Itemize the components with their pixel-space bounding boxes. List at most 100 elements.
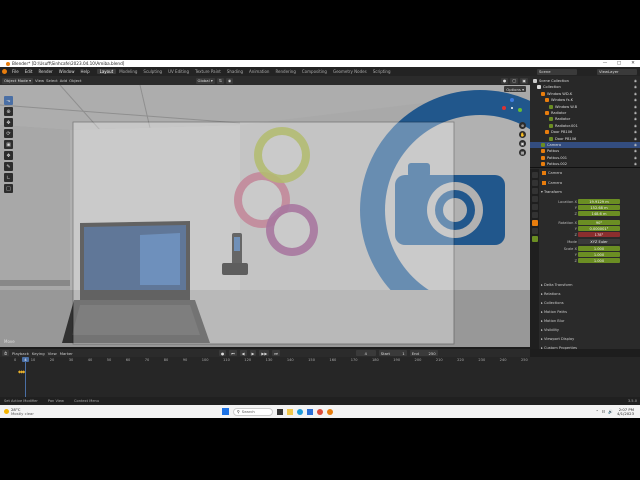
outliner-item[interactable]: Potbus.002 ◉ <box>530 161 640 167</box>
properties-panel-header[interactable]: ▸ Motion Blur <box>541 318 637 324</box>
visibility-eye-icon[interactable]: ◉ <box>634 79 637 83</box>
blender-taskbar-icon[interactable] <box>327 408 333 415</box>
jump-start-icon[interactable]: ⏮ <box>229 350 237 356</box>
outliner-item[interactable]: Potbus.001 ◉ <box>530 155 640 161</box>
timeline[interactable]: 0 10 20 30 40 50 60 70 80 90 100 110 120 130 140 150 160… <box>0 357 640 397</box>
view-layer-selector[interactable]: ViewLayer <box>597 68 637 75</box>
visibility-eye-icon[interactable]: ◉ <box>634 130 637 134</box>
view-layer-tab-icon[interactable] <box>531 196 538 202</box>
proportional-icon[interactable]: ◉ <box>225 77 234 84</box>
transform-icon[interactable]: ❖ <box>4 151 13 160</box>
visibility-eye-icon[interactable]: ◉ <box>634 85 637 89</box>
store-icon[interactable] <box>307 408 313 415</box>
3d-viewport[interactable]: Move Options ▾ ⊕ ✋ ▣ ▦ <box>0 85 530 347</box>
orientation-selector[interactable]: Global ▾ <box>195 77 215 84</box>
timeline-menu-keying[interactable]: Keying <box>32 351 45 356</box>
pan-icon[interactable]: ✋ <box>519 131 526 138</box>
cursor-icon[interactable]: ⊕ <box>4 107 13 116</box>
camera-view-icon[interactable]: ▣ <box>519 140 526 147</box>
viewport-menu-select[interactable]: Select <box>46 78 58 83</box>
outliner-item[interactable]: Radiator ◉ <box>530 110 640 116</box>
menu-help[interactable]: Help <box>77 69 92 74</box>
tab-sculpting[interactable]: Sculpting <box>140 69 165 74</box>
timeline-menu-marker[interactable]: Marker <box>60 351 73 356</box>
outliner-item[interactable]: Scene Collection ◉ <box>530 78 640 84</box>
visibility-eye-icon[interactable]: ◉ <box>634 117 637 121</box>
rotate-icon[interactable]: ⟳ <box>4 129 13 138</box>
object-name[interactable]: Camera <box>548 171 562 175</box>
tab-layout[interactable]: Layout <box>96 69 117 74</box>
rotation-z-field[interactable]: 178° <box>578 232 620 237</box>
constraints-tab-icon[interactable] <box>531 228 538 234</box>
tab-scripting[interactable]: Scripting <box>370 69 394 74</box>
wifi-icon[interactable]: ☷ <box>602 409 605 414</box>
tab-animation[interactable]: Animation <box>246 69 272 74</box>
visibility-eye-icon[interactable]: ◉ <box>634 143 637 147</box>
menu-edit[interactable]: Edit <box>22 69 36 74</box>
gizmo-y-axis-icon[interactable] <box>518 108 522 112</box>
outliner-item[interactable]: Door PB106 ◉ <box>530 129 640 135</box>
data-tab-icon[interactable] <box>531 236 538 242</box>
transform-panel-header[interactable]: ▾ Transform <box>541 189 637 195</box>
scene-tab-icon[interactable] <box>531 204 538 210</box>
outliner-item[interactable]: Potbus ◉ <box>530 148 640 154</box>
prev-key-icon[interactable]: ◀ <box>239 350 247 356</box>
rotation-x-field[interactable]: 90° <box>578 220 620 225</box>
properties-panel-header[interactable]: ▸ Delta Transform <box>541 282 637 288</box>
object-tab-icon[interactable] <box>531 220 538 226</box>
timeline-editor-icon[interactable]: ⏱ <box>2 350 9 356</box>
tab-modeling[interactable]: Modeling <box>116 69 140 74</box>
properties-panel-header[interactable]: ▸ Viewport Display <box>541 336 637 342</box>
visibility-eye-icon[interactable]: ◉ <box>634 98 637 102</box>
visibility-eye-icon[interactable]: ◉ <box>634 162 637 166</box>
tray-chevron-icon[interactable]: ⌃ <box>596 409 599 414</box>
options-dropdown[interactable]: Options ▾ <box>504 86 526 92</box>
start-frame-field[interactable]: Start 1 <box>378 350 407 356</box>
add-cube-icon[interactable]: □ <box>4 184 13 193</box>
chrome-icon[interactable] <box>317 408 323 415</box>
visibility-eye-icon[interactable]: ◉ <box>634 111 637 115</box>
scene-selector[interactable]: Scene <box>537 68 577 75</box>
tab-compositing[interactable]: Compositing <box>299 69 330 74</box>
menu-render[interactable]: Render <box>35 69 55 74</box>
properties-panel-header[interactable]: ▸ Relations <box>541 291 637 297</box>
scale-icon[interactable]: ▣ <box>4 140 13 149</box>
minimize-icon[interactable]: — <box>598 60 612 67</box>
timeline-menu-view[interactable]: View <box>48 351 57 356</box>
scale-x-field[interactable]: 1.000 <box>578 246 620 251</box>
visibility-eye-icon[interactable]: ◉ <box>634 124 637 128</box>
viewport-menu-add[interactable]: Add <box>60 78 67 83</box>
visibility-eye-icon[interactable]: ◉ <box>634 137 637 141</box>
scale-y-field[interactable]: 1.000 <box>578 252 620 257</box>
windows-start-icon[interactable] <box>222 408 229 415</box>
location-z-field[interactable]: 148.6 m <box>578 211 620 216</box>
visibility-eye-icon[interactable]: ◉ <box>634 156 637 160</box>
tab-rendering[interactable]: Rendering <box>272 69 298 74</box>
properties-panel-header[interactable]: ▸ Motion Paths <box>541 309 637 315</box>
blender-menu-icon[interactable] <box>2 69 7 74</box>
properties-panel-header[interactable]: ▸ Custom Properties <box>541 345 637 351</box>
weather-widget[interactable]: 28°C Mostly clear <box>0 407 70 416</box>
visibility-eye-icon[interactable]: ◉ <box>634 105 637 109</box>
outliner-item[interactable]: Collection ◉ <box>530 84 640 90</box>
location-y-field[interactable]: 152.68 m <box>578 205 620 210</box>
tab-uv-editing[interactable]: UV Editing <box>165 69 192 74</box>
overlay-icon[interactable]: ◯ <box>510 77 519 84</box>
keyframe-diamonds[interactable]: ◆◆◆ <box>18 369 25 374</box>
clock[interactable]: 2:07 PM 4/1/2023 <box>617 407 634 416</box>
outliner-item[interactable]: Radiator.001 ◉ <box>530 123 640 129</box>
menu-file[interactable]: File <box>9 69 22 74</box>
scale-z-field[interactable]: 1.000 <box>578 258 620 263</box>
outliner[interactable]: Scene Collection ◉ Collection ◉ Window WD-K ◉… <box>530 76 640 168</box>
visibility-eye-icon[interactable]: ◉ <box>634 149 637 153</box>
end-frame-field[interactable]: End 250 <box>409 350 438 356</box>
viewport-shading-icon[interactable]: ● <box>500 77 509 84</box>
outliner-item[interactable]: Window fs.K ◉ <box>530 97 640 103</box>
outliner-item[interactable]: Camera ◉ <box>530 142 640 148</box>
snap-icon[interactable]: ⇅ <box>216 77 224 84</box>
perspective-toggle-icon[interactable]: ▦ <box>519 149 526 156</box>
xray-icon[interactable]: ▣ <box>520 77 528 84</box>
gizmo-x-axis-icon[interactable] <box>502 106 506 110</box>
rotation-y-field[interactable]: 0.000001° <box>578 226 620 231</box>
properties-panel-header[interactable]: ▸ Visibility <box>541 327 637 333</box>
